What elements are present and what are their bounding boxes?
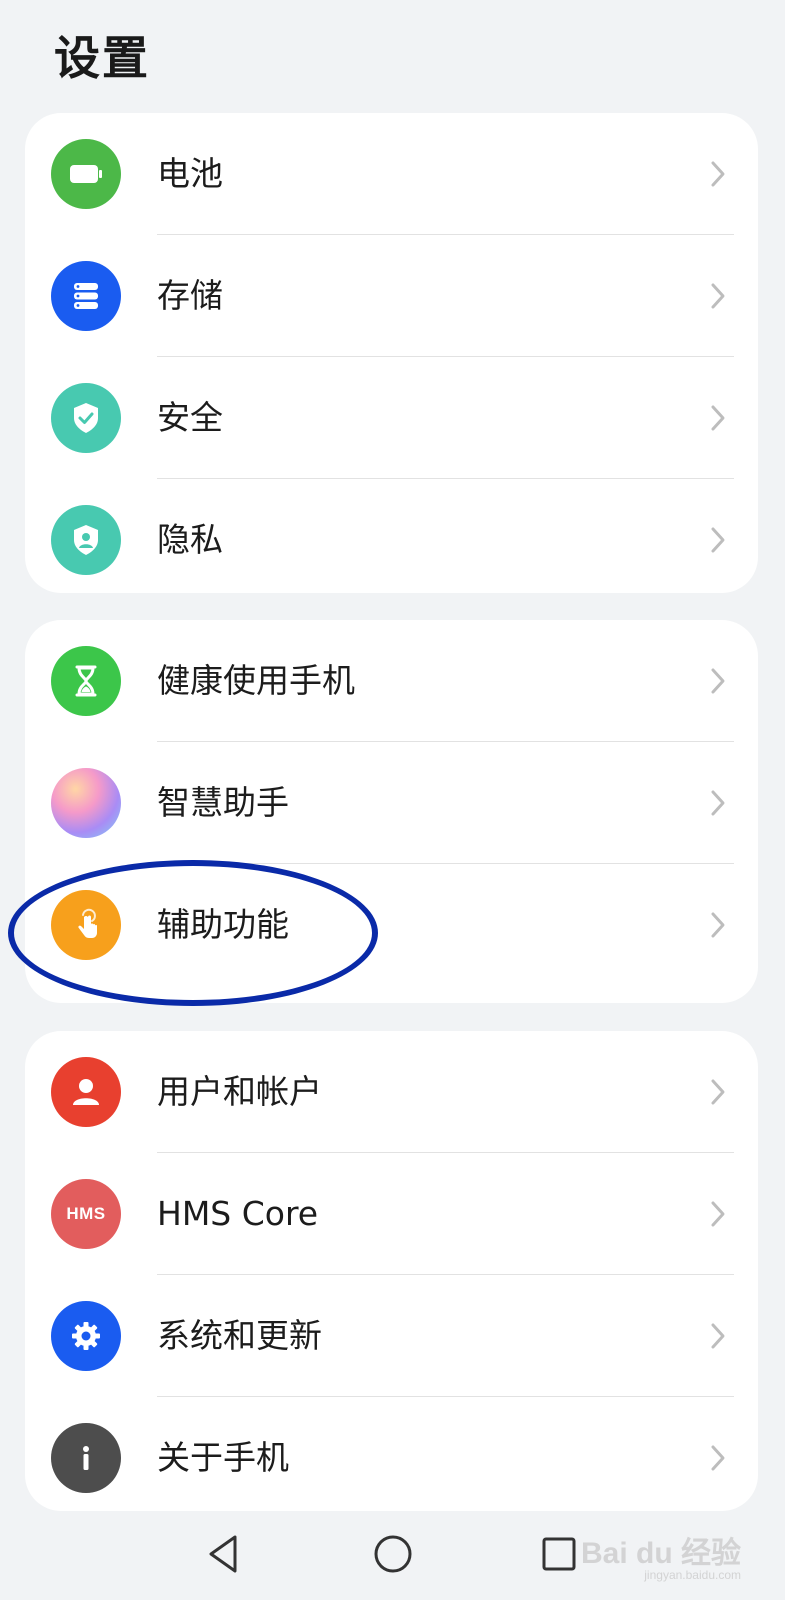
chevron-right-icon: [711, 283, 725, 309]
user-icon: [51, 1057, 121, 1127]
hms-icon: HMS: [51, 1179, 121, 1249]
settings-item-label: 电池: [157, 154, 223, 193]
settings-item-storage[interactable]: 存储: [25, 235, 758, 357]
shield-check-icon: [51, 383, 121, 453]
chevron-right-icon: [711, 912, 725, 938]
settings-group-1: 电池 存储 安全 隐私: [25, 113, 758, 593]
home-icon[interactable]: [368, 1529, 418, 1579]
chevron-right-icon: [711, 527, 725, 553]
hms-icon-text: HMS: [66, 1204, 106, 1223]
settings-item-label: 健康使用手机: [157, 661, 355, 700]
settings-item-digital-balance[interactable]: 健康使用手机: [25, 620, 758, 742]
battery-icon: [51, 139, 121, 209]
chevron-right-icon: [711, 1323, 725, 1349]
settings-item-label: 安全: [157, 398, 223, 437]
hourglass-icon: [51, 646, 121, 716]
settings-group-3: 用户和帐户 HMS HMS Core 系统和更新 关于手机: [25, 1031, 758, 1511]
settings-item-privacy[interactable]: 隐私: [25, 479, 758, 593]
page-title: 设置: [54, 31, 150, 85]
watermark-text: Bai du 经验: [580, 1537, 741, 1570]
settings-item-label: HMS Core: [157, 1194, 319, 1233]
settings-item-hms-core[interactable]: HMS HMS Core: [25, 1153, 758, 1275]
settings-item-label: 关于手机: [157, 1438, 289, 1477]
touch-hand-icon: [51, 890, 121, 960]
assistant-orb-icon: [51, 768, 121, 838]
settings-item-label: 用户和帐户: [157, 1072, 322, 1111]
settings-item-label: 系统和更新: [157, 1316, 322, 1355]
chevron-right-icon: [711, 1079, 725, 1105]
privacy-shield-icon: [51, 505, 121, 575]
settings-item-label: 存储: [157, 276, 223, 315]
settings-group-2: 健康使用手机 智慧助手 辅助功能: [25, 620, 758, 1003]
settings-item-users-accounts[interactable]: 用户和帐户: [25, 1031, 758, 1153]
settings-item-label: 辅助功能: [157, 905, 289, 944]
gear-icon: [51, 1301, 121, 1371]
chevron-right-icon: [711, 1201, 725, 1227]
settings-item-security[interactable]: 安全: [25, 357, 758, 479]
settings-item-system-update[interactable]: 系统和更新: [25, 1275, 758, 1397]
chevron-right-icon: [711, 1445, 725, 1471]
settings-item-label: 隐私: [157, 520, 223, 559]
back-icon[interactable]: [200, 1529, 250, 1579]
settings-item-accessibility[interactable]: 辅助功能: [25, 864, 758, 986]
settings-item-smart-assistant[interactable]: 智慧助手: [25, 742, 758, 864]
chevron-right-icon: [711, 405, 725, 431]
settings-screen: 设置 电池 存储 安全 隐私 健康使用手机 智慧助手 辅助功能 用户和帐户 HM…: [0, 0, 785, 1600]
settings-item-battery[interactable]: 电池: [25, 113, 758, 235]
recent-apps-icon[interactable]: [534, 1529, 584, 1579]
chevron-right-icon: [711, 790, 725, 816]
storage-icon: [51, 261, 121, 331]
chevron-right-icon: [711, 668, 725, 694]
info-icon: [51, 1423, 121, 1493]
watermark: Bai du 经验 jingyan.baidu.com: [581, 1528, 741, 1582]
settings-item-label: 智慧助手: [157, 783, 289, 822]
settings-item-about-phone[interactable]: 关于手机: [25, 1397, 758, 1511]
chevron-right-icon: [711, 161, 725, 187]
